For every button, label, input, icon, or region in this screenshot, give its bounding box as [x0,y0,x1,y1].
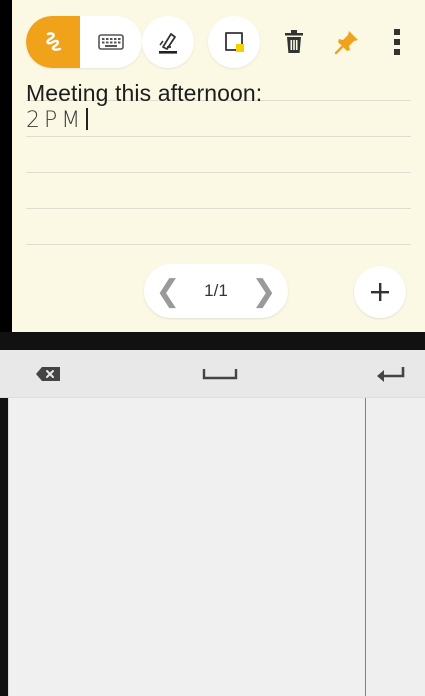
ruled-line [26,208,411,209]
ruled-line [26,136,411,137]
handwritten-text-value: 2PM [26,108,85,133]
backspace-icon [36,367,60,381]
previous-page-button[interactable]: ❮ [148,264,188,318]
writing-pad-overflow[interactable] [366,398,425,696]
text-cursor [86,108,88,130]
highlighter-icon [159,33,177,54]
enter-icon [377,367,405,382]
keyboard-mode-button[interactable] [80,16,142,68]
pin-icon [334,31,358,55]
handwriting-mode-button[interactable] [26,16,80,68]
handwriting-icon [46,32,62,51]
space-key[interactable] [190,350,250,398]
note-color-icon [225,32,244,52]
backspace-key[interactable] [24,350,72,398]
input-mode-toggle [26,16,142,68]
space-icon [202,369,238,380]
keyboard-icon [98,34,124,50]
note-toolbar [12,14,425,72]
page-navigator: ❮ 1/1 ❯ [144,264,288,318]
delete-button[interactable] [272,16,316,68]
page-indicator: 1/1 [204,281,228,300]
add-page-button[interactable] [354,266,406,318]
enter-key[interactable] [366,350,414,398]
pin-button[interactable] [325,16,369,68]
handwritten-text[interactable]: 2PM [26,108,88,133]
plus-icon [371,283,389,301]
panel-edge [0,398,8,696]
highlighter-button[interactable] [142,16,194,68]
handwriting-input-panel [0,350,425,696]
ruled-line [26,244,411,245]
note-title[interactable]: Meeting this afternoon: [26,80,262,107]
more-options-button[interactable] [377,16,417,68]
panel-divider [0,332,425,350]
note-color-button[interactable] [208,16,260,68]
note-card: Meeting this afternoon: 2PM ❮ 1/1 ❯ [12,0,425,332]
next-page-button[interactable]: ❯ [244,264,284,318]
writing-pad[interactable] [8,398,366,696]
trash-icon [285,30,303,53]
ruled-line [26,172,411,173]
more-vert-icon [394,29,400,55]
handwriting-keys-bar [0,350,425,398]
